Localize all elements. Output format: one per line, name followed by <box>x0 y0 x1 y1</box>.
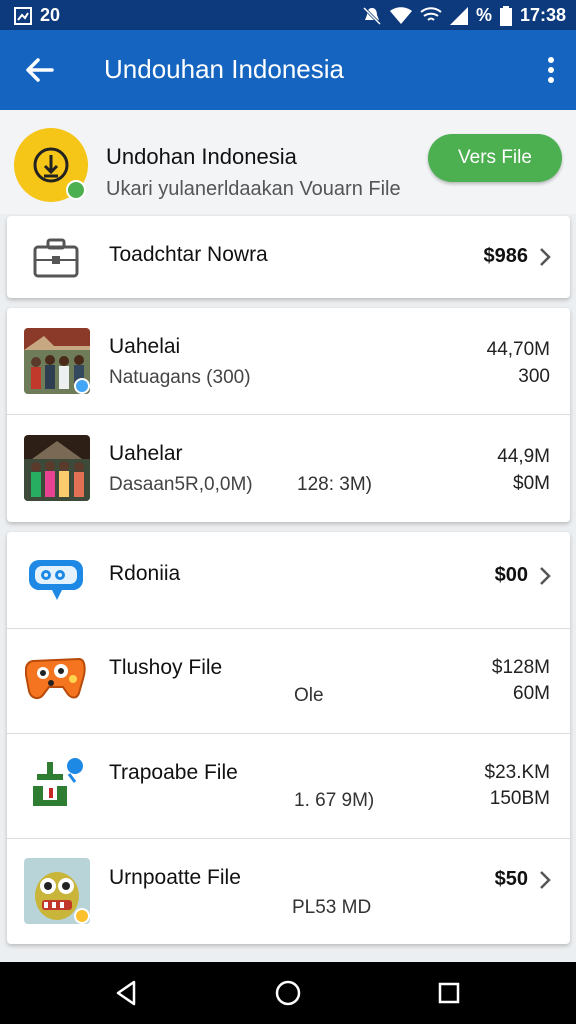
featured-name: Toadchtar Nowra <box>109 243 268 266</box>
photo-count: 300 <box>518 366 550 387</box>
arrow-left-icon[interactable] <box>22 52 58 88</box>
photo-size: 44,70M <box>486 339 550 360</box>
file-mid: 1. 67 9M) <box>294 790 375 811</box>
gallery-notification-icon <box>14 6 32 25</box>
file-thumbnail <box>24 858 90 924</box>
wifi-icon <box>389 6 412 24</box>
photo-count: $0M <box>513 473 550 494</box>
briefcase-icon <box>33 238 79 278</box>
status-dot <box>66 180 86 200</box>
file-price: $50 <box>494 868 528 890</box>
app-badge <box>14 128 88 202</box>
list-item[interactable]: Urnpoatte File PL53 MD $50 <box>7 839 570 944</box>
navigation-bar <box>0 962 576 1024</box>
app-bar: Undouhan Indonesia <box>0 30 576 110</box>
file-mid: Ole <box>294 685 324 706</box>
game-controller-icon <box>25 657 86 700</box>
cell-signal-icon <box>449 6 468 25</box>
status-bar: 20 % 17:38 <box>0 0 576 30</box>
recents-nav-icon[interactable] <box>432 976 466 1010</box>
list-item[interactable]: Tlushoy File Ole $128M 60M <box>7 629 570 734</box>
file-price: $00 <box>494 564 528 586</box>
file-size: $128M <box>491 657 550 678</box>
photos-card: Uahelai Natuagans (300) 44,70M 300 Uahel… <box>7 308 570 522</box>
back-nav-icon[interactable] <box>110 976 144 1010</box>
chevron-right-icon <box>540 871 551 889</box>
mute-icon <box>362 6 381 25</box>
home-nav-icon[interactable] <box>271 976 305 1010</box>
chevron-right-icon <box>540 567 551 585</box>
list-item[interactable]: Uahelai Natuagans (300) 44,70M 300 <box>7 308 570 415</box>
photo-name: Uahelai <box>109 335 181 358</box>
header-subtitle: Ukari yulanerldaakan Vouarn File <box>106 178 401 200</box>
file-size-2: 60M <box>513 683 550 704</box>
wifi-calling-icon <box>420 6 442 21</box>
app-title: Undouhan Indonesia <box>104 54 344 84</box>
list-item[interactable]: Trapoabe File 1. 67 9M) $23.KM 150BM <box>7 734 570 839</box>
file-name: Trapoabe File <box>109 761 238 784</box>
battery-percent: % <box>475 5 492 25</box>
photo-name: Uahelar <box>109 442 183 465</box>
photo-thumbnail <box>24 328 90 394</box>
file-name: Urnpoatte File <box>109 866 241 889</box>
more-vert-icon[interactable] <box>544 52 558 88</box>
featured-price: $986 <box>483 245 529 267</box>
view-file-button[interactable]: Vers File <box>428 134 562 182</box>
battery-icon <box>499 5 512 26</box>
featured-card[interactable]: Toadchtar Nowra $986 <box>7 216 570 298</box>
file-name: Rdoniia <box>109 562 181 585</box>
page-header: Undohan Indonesia Ukari yulanerldaakan V… <box>0 110 576 214</box>
header-title: Undohan Indonesia <box>106 144 297 169</box>
photo-sub: Natuagans (300) <box>109 367 251 388</box>
featured-row[interactable]: Toadchtar Nowra $986 <box>7 216 570 298</box>
file-mid: PL53 MD <box>292 897 372 918</box>
status-left-text: 20 <box>40 5 61 25</box>
file-size: $23.KM <box>484 762 550 783</box>
files-card: Rdoniia $00 Tlushoy File Ole $128M 60M T… <box>7 532 570 944</box>
list-item[interactable]: Uahelar Dasaan5R,0,0M) 128: 3M) 44,9M $0… <box>7 415 570 522</box>
chat-bubble-icon <box>29 560 83 600</box>
photo-sub: Dasaan5R,0,0M) <box>109 474 253 495</box>
chevron-right-icon <box>540 248 551 266</box>
robot-app-icon <box>33 758 83 806</box>
list-item[interactable]: Rdoniia $00 <box>7 532 570 629</box>
photo-mid: 128: 3M) <box>297 474 372 495</box>
file-size-2: 150BM <box>489 788 550 809</box>
photo-thumbnail <box>24 435 90 501</box>
photo-size: 44,9M <box>497 446 550 467</box>
file-name: Tlushoy File <box>109 656 223 679</box>
clock: 17:38 <box>519 5 566 25</box>
